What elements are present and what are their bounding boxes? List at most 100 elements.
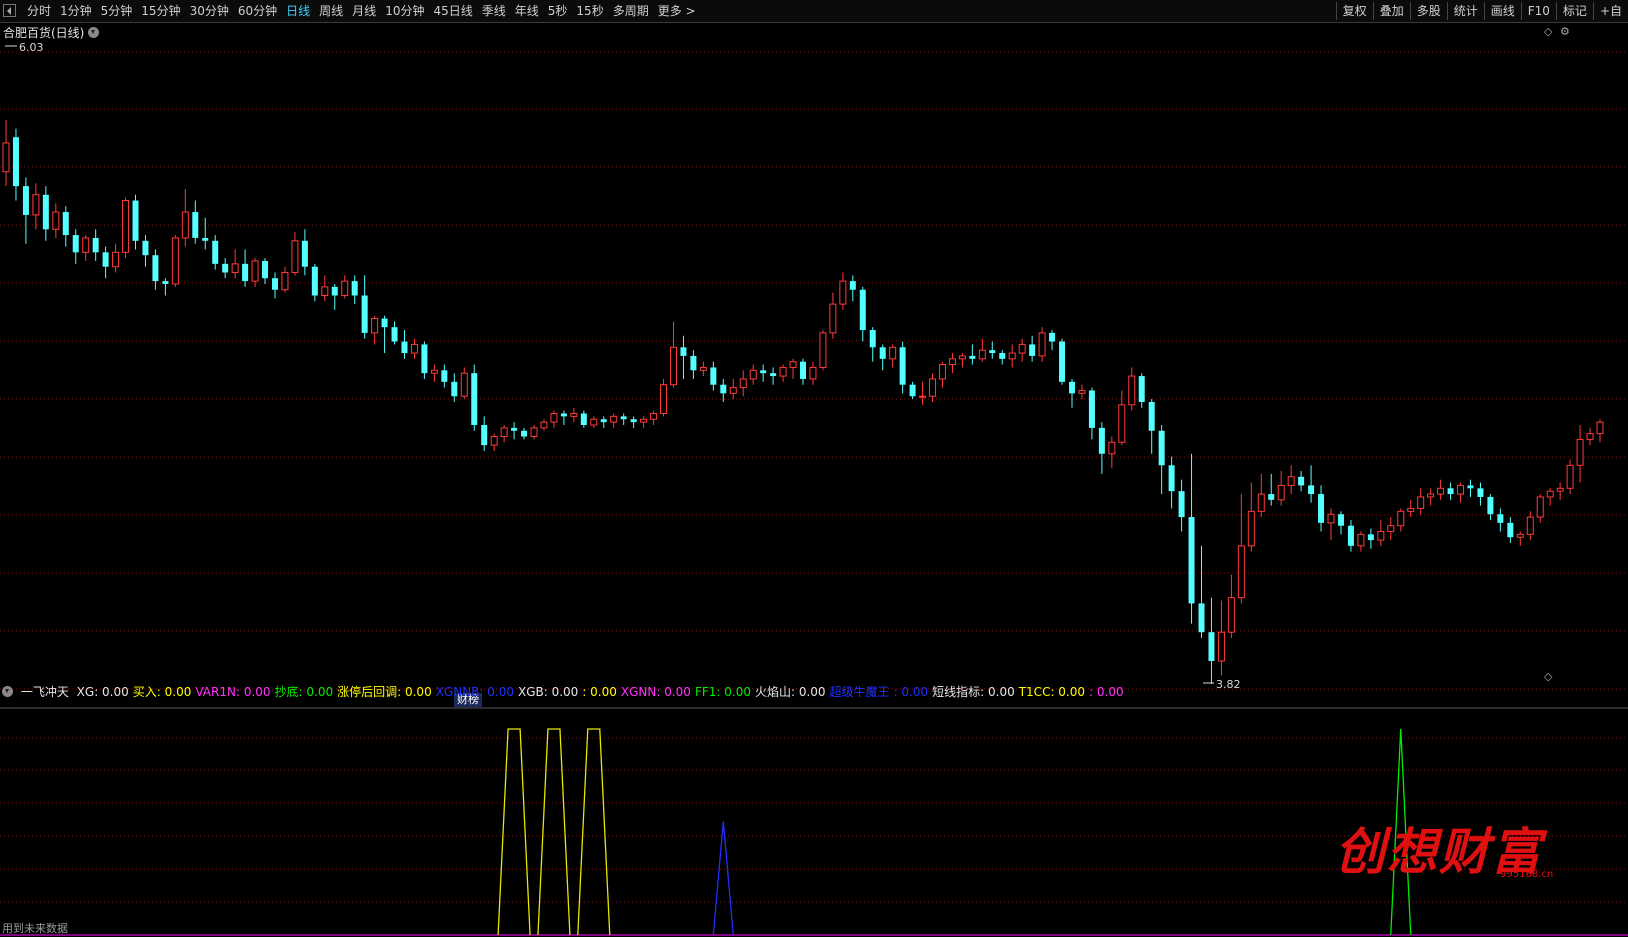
candle-body [749,369,757,380]
candle [669,321,677,388]
candle [192,200,199,244]
candle [231,249,239,279]
candle-body [1038,332,1046,357]
candle-body [12,137,19,187]
candle [1318,485,1325,532]
candle-body [162,281,169,284]
candle [620,413,627,425]
candle-body [192,212,199,238]
candle [1049,330,1056,351]
candle [1327,508,1335,541]
candle-body [381,318,388,328]
candle-body [410,343,418,354]
indicator-dropdown-icon[interactable] [2,686,13,697]
candle [371,315,379,345]
candle [1427,488,1435,506]
candle-body [680,347,687,356]
candle [212,235,219,270]
candle-body [521,430,528,437]
candle-body [620,416,627,420]
candle [441,364,448,388]
candle-body [1217,631,1225,662]
indicator-values: XG: 0.00 买入: 0.00 VAR1N: 0.00 抄底: 0.00 涨停后回调… [77,685,1128,699]
candle [739,370,747,397]
candle-body [938,364,946,380]
candle [660,378,668,417]
candle-body [181,211,189,239]
price-labels: 6.03 3.82 [5,41,1241,691]
candle [301,229,308,276]
indicator-trapezoid [537,728,571,936]
indicator-value: FF1: 0.00 [694,685,751,699]
candle-body [511,427,518,431]
watermark-url: 995168.cn [1500,869,1554,880]
candle-body [550,412,558,423]
candle-body [262,260,269,279]
candle [1487,494,1494,520]
candle [511,422,518,440]
candle-body [978,349,986,360]
candle-body [1516,533,1524,538]
indicator-trapezoid [577,728,611,936]
candle [1148,399,1155,454]
candle-body [500,427,508,438]
candle [879,344,886,371]
candle-body [1437,487,1445,495]
candle-body [1526,516,1534,535]
candle-body [699,366,707,371]
indicator-value: : 0.00 [893,685,929,699]
candle [1417,488,1425,515]
candle-body [311,266,318,296]
candle-body [281,271,289,291]
candle-body [361,295,368,333]
candle-body [1467,485,1474,489]
candle [650,410,658,425]
candle-body [1049,332,1056,342]
candle [1298,471,1305,492]
candle-body [1148,401,1155,431]
candle-body [132,200,139,241]
candle [1526,511,1534,541]
candle-body [889,346,897,360]
candle [242,249,249,287]
candle [779,364,787,382]
candle [72,229,79,264]
candle-body [421,344,428,374]
candle [430,364,438,382]
candle [1227,574,1235,638]
candle [122,197,130,259]
candle-body [1158,430,1165,466]
candle [978,338,986,362]
candle [1108,436,1116,469]
high-price-label: 6.03 [19,41,44,54]
candle [52,203,60,238]
candle [1158,424,1165,495]
candle [809,361,817,385]
candle [1437,479,1445,500]
candle-body [271,278,278,290]
candle [22,177,29,244]
candle [1407,499,1415,518]
indicator-name[interactable]: 一飞冲天 [21,685,69,699]
candle-body [1357,533,1365,547]
candle-body [32,194,40,216]
candle-body [660,384,668,414]
candle-body [849,281,856,290]
candle [1467,479,1474,497]
candle-body [1327,513,1335,524]
candle [1088,387,1095,440]
candle [1277,471,1285,506]
candle-body [1377,530,1385,541]
candle-body [72,235,79,253]
candle [460,367,468,400]
candle-body [92,237,99,253]
candle [1536,494,1544,523]
candle-body [1367,534,1374,541]
candle [909,381,916,400]
candle-body [1308,485,1315,495]
candle-body [1387,525,1395,532]
candle-body [710,367,717,385]
candle-body [1397,510,1405,527]
candlestick-chart[interactable]: 6.03 3.82 [0,0,1628,937]
candle [92,229,99,261]
